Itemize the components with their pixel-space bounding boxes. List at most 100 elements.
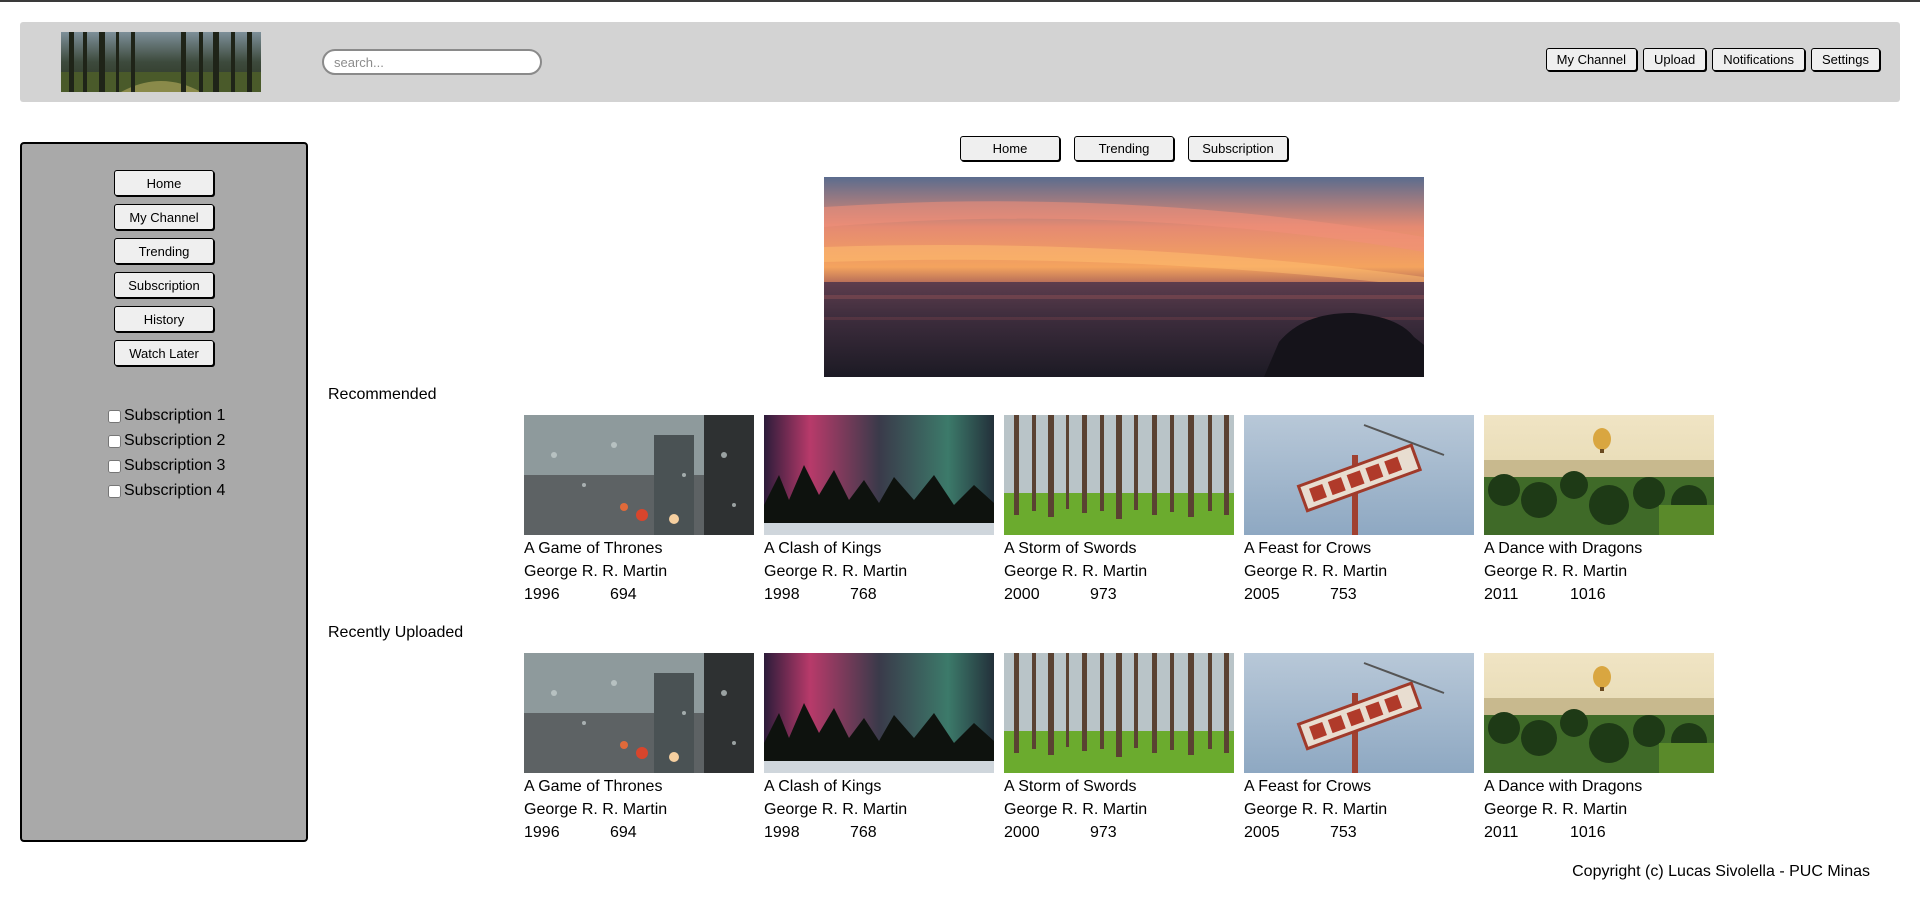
card-author: George R. R. Martin	[764, 801, 908, 818]
thumbnail-aurora[interactable]	[764, 415, 994, 535]
card-year: 2005	[1244, 586, 1280, 603]
subscription-item[interactable]: Subscription 3	[108, 456, 306, 476]
video-card[interactable]: A Feast for Crows George R. R. Martin 20…	[1244, 653, 1474, 844]
section-title-recently-uploaded: Recently Uploaded	[328, 624, 464, 641]
card-author: George R. R. Martin	[1244, 801, 1388, 818]
card-meta: 2011 1016	[1484, 821, 1714, 844]
card-year: 2000	[1004, 586, 1040, 603]
thumbnail-rain-window[interactable]	[524, 415, 754, 535]
card-title[interactable]: A Clash of Kings	[764, 537, 994, 560]
featured-banner-sunset[interactable]	[824, 177, 1424, 377]
card-pages: 973	[1090, 824, 1117, 841]
sidebar-nav: Home My Channel Trending Subscription Hi…	[22, 170, 306, 366]
video-card[interactable]: A Feast for Crows George R. R. Martin 20…	[1244, 415, 1474, 606]
card-meta: 2011 1016	[1484, 583, 1714, 606]
card-pages: 768	[850, 586, 877, 603]
video-card[interactable]: A Game of Thrones George R. R. Martin 19…	[524, 653, 754, 844]
window-top-border	[0, 0, 1920, 2]
subscription-label: Subscription 4	[124, 482, 226, 499]
thumbnail-pine-forest[interactable]	[1004, 415, 1234, 535]
card-meta: 1998 768	[764, 821, 994, 844]
thumbnail-motel-sign[interactable]	[1244, 653, 1474, 773]
card-meta: 2005 753	[1244, 583, 1474, 606]
sidebar-trending-button[interactable]: Trending	[114, 238, 214, 264]
my-channel-button[interactable]: My Channel	[1545, 48, 1637, 71]
card-title[interactable]: A Dance with Dragons	[1484, 537, 1714, 560]
thumbnail-balloon-palms[interactable]	[1484, 415, 1714, 535]
card-title[interactable]: A Game of Thrones	[524, 537, 754, 560]
video-card[interactable]: A Clash of Kings George R. R. Martin 199…	[764, 653, 994, 844]
card-meta: 2005 753	[1244, 821, 1474, 844]
card-year: 2005	[1244, 824, 1280, 841]
upload-button[interactable]: Upload	[1643, 48, 1707, 71]
card-pages: 1016	[1570, 586, 1606, 603]
subscription-item[interactable]: Subscription 1	[108, 406, 306, 426]
card-author: George R. R. Martin	[1484, 801, 1628, 818]
settings-button[interactable]: Settings	[1811, 48, 1880, 71]
card-year: 1998	[764, 824, 800, 841]
sidebar-watch-later-button[interactable]: Watch Later	[114, 340, 214, 366]
card-title[interactable]: A Feast for Crows	[1244, 775, 1474, 798]
video-card[interactable]: A Clash of Kings George R. R. Martin 199…	[764, 415, 994, 606]
header-bar: My Channel Upload Notifications Settings	[20, 22, 1900, 102]
card-title[interactable]: A Storm of Swords	[1004, 775, 1234, 798]
tab-subscription[interactable]: Subscription	[1188, 136, 1288, 161]
card-meta: 1996 694	[524, 821, 754, 844]
subscription-item[interactable]: Subscription 4	[108, 481, 306, 501]
recommended-row: A Game of Thrones George R. R. Martin 19…	[524, 415, 1714, 606]
card-author: George R. R. Martin	[1244, 563, 1388, 580]
card-author: George R. R. Martin	[524, 801, 668, 818]
video-card[interactable]: A Dance with Dragons George R. R. Martin…	[1484, 415, 1714, 606]
card-pages: 1016	[1570, 824, 1606, 841]
subscription-checkbox[interactable]	[108, 484, 121, 498]
video-card[interactable]: A Storm of Swords George R. R. Martin 20…	[1004, 415, 1234, 606]
card-title[interactable]: A Dance with Dragons	[1484, 775, 1714, 798]
tab-trending[interactable]: Trending	[1074, 136, 1174, 161]
subscription-checkbox[interactable]	[108, 409, 121, 423]
card-pages: 973	[1090, 586, 1117, 603]
thumbnail-balloon-palms[interactable]	[1484, 653, 1714, 773]
subscription-label: Subscription 2	[124, 432, 226, 449]
card-author: George R. R. Martin	[1004, 801, 1148, 818]
header-actions: My Channel Upload Notifications Settings	[1545, 48, 1880, 71]
video-card[interactable]: A Dance with Dragons George R. R. Martin…	[1484, 653, 1714, 844]
subscription-list: Subscription 1 Subscription 2 Subscripti…	[108, 406, 306, 501]
card-pages: 694	[610, 824, 637, 841]
subscription-checkbox[interactable]	[108, 434, 121, 448]
sidebar-home-button[interactable]: Home	[114, 170, 214, 196]
card-pages: 753	[1330, 586, 1357, 603]
video-card[interactable]: A Game of Thrones George R. R. Martin 19…	[524, 415, 754, 606]
card-meta: 1998 768	[764, 583, 994, 606]
card-pages: 768	[850, 824, 877, 841]
main-tabs: Home Trending Subscription	[960, 136, 1288, 161]
card-year: 2011	[1484, 586, 1519, 603]
card-meta: 2000 973	[1004, 821, 1234, 844]
thumbnail-rain-window[interactable]	[524, 653, 754, 773]
search-input[interactable]	[322, 49, 542, 75]
sidebar-my-channel-button[interactable]: My Channel	[114, 204, 214, 230]
card-meta: 2000 973	[1004, 583, 1234, 606]
footer-copyright: Copyright (c) Lucas Sivolella - PUC Mina…	[1572, 863, 1870, 880]
subscription-item[interactable]: Subscription 2	[108, 431, 306, 451]
recently-uploaded-row: A Game of Thrones George R. R. Martin 19…	[524, 653, 1714, 844]
card-pages: 753	[1330, 824, 1357, 841]
notifications-button[interactable]: Notifications	[1712, 48, 1806, 71]
subscription-label: Subscription 3	[124, 457, 226, 474]
logo-forest-image[interactable]	[61, 32, 261, 92]
card-title[interactable]: A Storm of Swords	[1004, 537, 1234, 560]
section-title-recommended: Recommended	[328, 386, 437, 403]
card-title[interactable]: A Game of Thrones	[524, 775, 754, 798]
thumbnail-aurora[interactable]	[764, 653, 994, 773]
thumbnail-pine-forest[interactable]	[1004, 653, 1234, 773]
card-title[interactable]: A Clash of Kings	[764, 775, 994, 798]
tab-home[interactable]: Home	[960, 136, 1060, 161]
subscription-label: Subscription 1	[124, 407, 226, 424]
card-pages: 694	[610, 586, 637, 603]
sidebar-history-button[interactable]: History	[114, 306, 214, 332]
video-card[interactable]: A Storm of Swords George R. R. Martin 20…	[1004, 653, 1234, 844]
subscription-checkbox[interactable]	[108, 459, 121, 473]
thumbnail-motel-sign[interactable]	[1244, 415, 1474, 535]
card-title[interactable]: A Feast for Crows	[1244, 537, 1474, 560]
sidebar-subscription-button[interactable]: Subscription	[114, 272, 214, 298]
card-year: 1996	[524, 824, 560, 841]
